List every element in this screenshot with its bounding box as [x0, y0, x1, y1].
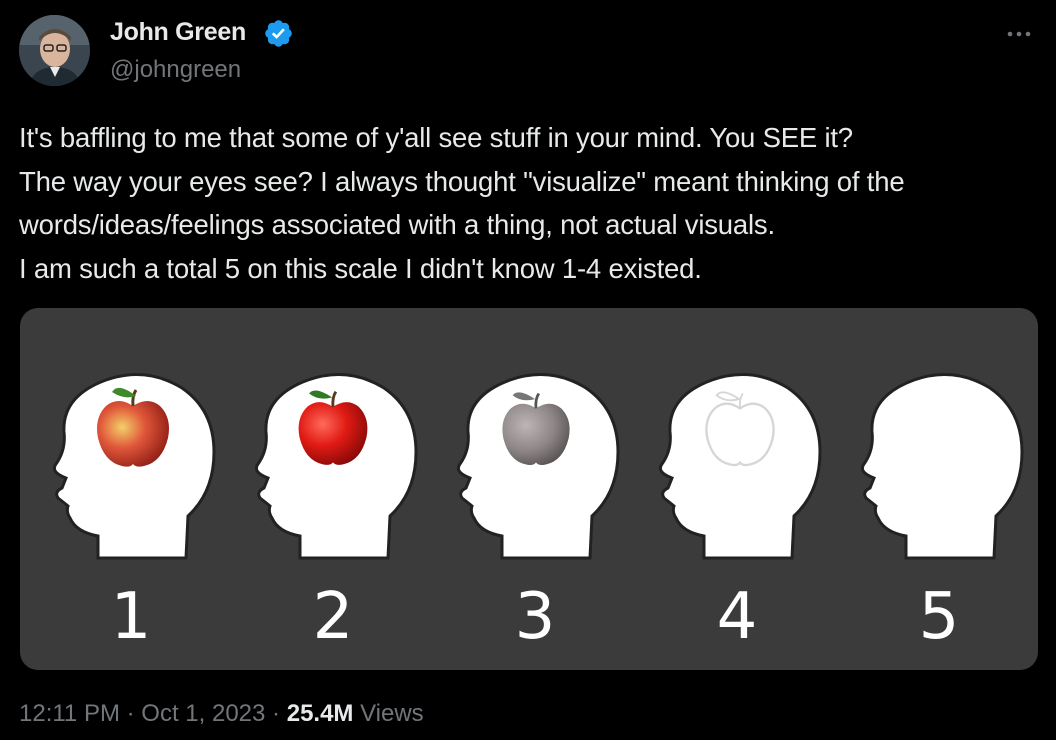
display-name[interactable]: John Green: [110, 18, 246, 47]
scale-number: 4: [716, 580, 758, 654]
tweet-time[interactable]: 12:11 PM: [19, 700, 120, 727]
tweet-meta: 12:11 PM · Oct 1, 2023 · 25.4M Views: [19, 700, 424, 728]
verified-badge-icon: [265, 20, 292, 47]
head-silhouette-icon: [860, 373, 1024, 560]
scale-item: 3: [440, 308, 630, 670]
scale-number: 3: [514, 580, 556, 654]
scale-item: 4: [642, 308, 832, 670]
handle[interactable]: @johngreen: [110, 56, 241, 84]
views-count[interactable]: 25.4M: [287, 700, 354, 727]
tweet-text-line: It's baffling to me that some of y'all s…: [19, 122, 853, 153]
scale-item: 1: [36, 308, 226, 670]
gray-apple-icon: [502, 392, 570, 466]
scale-item: 5: [844, 308, 1034, 670]
scale-number: 5: [918, 580, 960, 654]
meta-separator: ·: [272, 700, 281, 727]
outline-apple-icon: [705, 391, 775, 467]
views-label: Views: [360, 700, 424, 727]
tweet-text-line: The way your eyes see? I always thought …: [19, 165, 905, 197]
meta-separator: ·: [126, 700, 135, 727]
tweet-text: It's baffling to me that some of y'all s…: [19, 116, 1044, 290]
more-options-icon[interactable]: [1004, 24, 1034, 44]
avatar-image: [19, 15, 90, 86]
realistic-apple-icon: [97, 387, 169, 467]
tweet-text-line: I am such a total 5 on this scale I didn…: [19, 252, 702, 284]
scale-item: 2: [238, 308, 428, 670]
red-apple-icon: [298, 390, 368, 465]
scale-number: 2: [312, 580, 354, 654]
scale-number: 1: [110, 580, 152, 654]
tweet-media-image[interactable]: 1 2 3 4 5: [20, 308, 1038, 670]
tweet-date[interactable]: Oct 1, 2023: [141, 700, 265, 727]
avatar[interactable]: [19, 15, 90, 86]
tweet-text-line: words/ideas/feelings associated with a t…: [19, 209, 775, 240]
